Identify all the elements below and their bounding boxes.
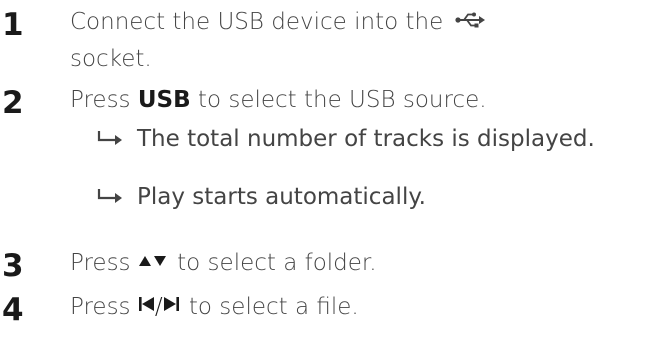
result-text: Play starts automatically. bbox=[137, 184, 426, 210]
result-line: The total number of tracks is displayed. bbox=[97, 123, 595, 156]
step-text-pre: Press bbox=[70, 294, 138, 320]
step-text-line: socket. bbox=[70, 46, 152, 72]
skip-next-icon bbox=[163, 297, 179, 311]
step-text-pre: Press bbox=[70, 87, 138, 113]
usb-icon bbox=[454, 12, 485, 28]
step-number: 4 bbox=[2, 292, 24, 328]
step-text: Press USB to select the USB source. bbox=[70, 84, 487, 117]
step-number: 1 bbox=[2, 7, 24, 43]
step-text-post: to select the USB source. bbox=[190, 87, 487, 113]
step-number: 3 bbox=[2, 248, 24, 284]
step-number: 2 bbox=[2, 85, 24, 121]
step-text-post: to select a file. bbox=[181, 294, 359, 320]
result-line: Play starts automatically. bbox=[97, 181, 426, 214]
step-text-post: to select a folder. bbox=[169, 250, 377, 276]
result-arrow-icon bbox=[97, 131, 122, 145]
step-text-line: Connect the USB device into the bbox=[70, 9, 444, 35]
step-text-pre: Press bbox=[70, 250, 138, 276]
up-down-arrows-icon bbox=[138, 256, 166, 266]
step-text: Connect the USB device into the bbox=[70, 6, 485, 39]
result-arrow-icon bbox=[97, 189, 122, 203]
usb-button-label: USB bbox=[137, 87, 191, 113]
step-text-continued: socket. bbox=[70, 43, 152, 76]
step-text: Press / to select a file. bbox=[70, 291, 359, 324]
icon-separator: / bbox=[154, 294, 163, 320]
skip-previous-icon bbox=[138, 297, 154, 311]
step-text: Press to select a folder. bbox=[70, 247, 377, 280]
result-text: The total number of tracks is displayed. bbox=[137, 126, 595, 152]
